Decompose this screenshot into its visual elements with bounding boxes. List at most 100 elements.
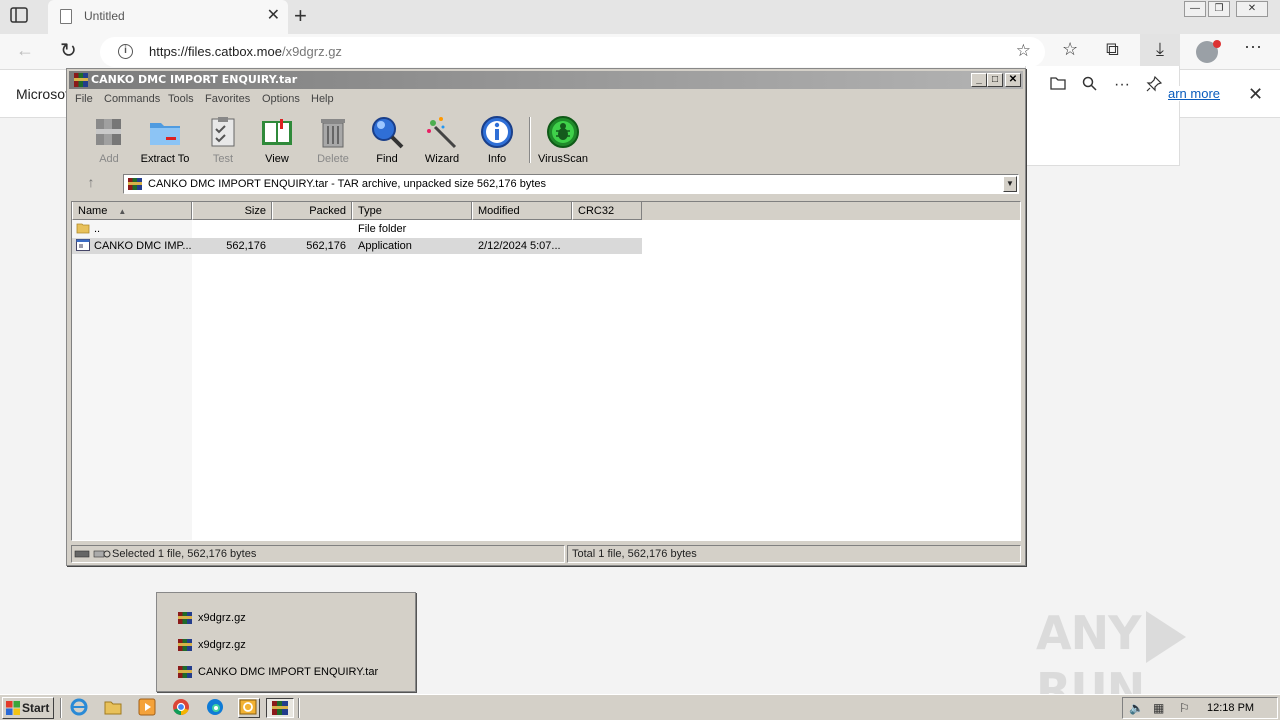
- site-info-icon[interactable]: i: [118, 44, 133, 59]
- action-center-flag-icon[interactable]: ⚐: [1179, 701, 1190, 715]
- url-text[interactable]: https://files.catbox.moe/x9dgrz.gz: [149, 44, 342, 59]
- address-bar[interactable]: i https://files.catbox.moe/x9dgrz.gz ☆: [100, 37, 1045, 67]
- column-name-header[interactable]: Name ▲: [72, 202, 192, 220]
- file-list[interactable]: Name ▲ Size Packed Type Modified CRC32 .…: [71, 201, 1021, 541]
- add-favorite-icon[interactable]: ☆: [1016, 41, 1031, 61]
- jump-list-label: x9dgrz.gz: [198, 612, 246, 624]
- winrar-maximize-button[interactable]: □: [987, 73, 1003, 87]
- window-minimize-button[interactable]: —: [1184, 1, 1206, 17]
- favorites-icon[interactable]: ☆: [1062, 39, 1078, 60]
- tool-virusscan-button[interactable]: VirusScan: [533, 111, 593, 167]
- column-type-header[interactable]: Type: [352, 202, 472, 220]
- profile-badge-icon: [1213, 40, 1221, 48]
- downloads-icon[interactable]: ⤓: [1140, 34, 1180, 70]
- collections-icon[interactable]: ⧉: [1106, 39, 1119, 60]
- pin-icon[interactable]: [1146, 75, 1163, 97]
- more-options-icon[interactable]: ···: [1114, 76, 1130, 94]
- page-icon: [60, 9, 72, 24]
- winrar-title: CANKO DMC IMPORT ENQUIRY.tar: [91, 73, 298, 86]
- winrar-menu-bar: File Commands Tools Favorites Options He…: [67, 91, 1025, 109]
- tool-test-button[interactable]: Test: [193, 111, 253, 167]
- file-list-header: Name ▲ Size Packed Type Modified CRC32: [72, 202, 1020, 220]
- start-button[interactable]: Start: [2, 697, 54, 719]
- status-selected: Selected 1 file, 562,176 bytes: [71, 545, 565, 563]
- tool-virusscan-label: VirusScan: [538, 153, 588, 165]
- path-text: CANKO DMC IMPORT ENQUIRY.tar - TAR archi…: [148, 178, 546, 190]
- edge-icon[interactable]: [206, 698, 226, 718]
- outlook-icon[interactable]: [238, 698, 260, 718]
- table-row[interactable]: CANKO DMC IMP... 562,176 562,176 Applica…: [72, 238, 642, 254]
- profile-avatar[interactable]: [1196, 40, 1221, 63]
- browser-tab[interactable]: Untitled ✕: [48, 0, 288, 34]
- windows-taskbar: Start 🔈 ▦ ⚐ 12:18 PM: [0, 694, 1280, 720]
- new-tab-button[interactable]: +: [294, 4, 307, 28]
- tab-close-icon[interactable]: ✕: [267, 7, 280, 25]
- menu-help[interactable]: Help: [311, 93, 334, 105]
- reload-icon[interactable]: ↻: [60, 38, 77, 63]
- path-bar: ↑ CANKO DMC IMPORT ENQUIRY.tar - TAR arc…: [75, 173, 1019, 195]
- row-type: Application: [358, 240, 412, 252]
- menu-tools[interactable]: Tools: [168, 93, 194, 105]
- tool-info-button[interactable]: Info: [467, 111, 527, 167]
- sort-ascending-icon: ▲: [118, 207, 127, 216]
- winrar-minimize-button[interactable]: _: [971, 73, 987, 87]
- winrar-taskbar-button[interactable]: [266, 698, 294, 718]
- column-modified-header[interactable]: Modified: [472, 202, 572, 220]
- path-dropdown-icon[interactable]: ▼: [1003, 176, 1017, 192]
- explorer-folder-icon[interactable]: [104, 698, 124, 718]
- info-bar-text: Microsof: [16, 86, 69, 102]
- column-size-header[interactable]: Size: [192, 202, 272, 220]
- clock[interactable]: 12:18 PM: [1207, 702, 1254, 714]
- ie-icon[interactable]: [70, 698, 90, 718]
- back-arrow-icon[interactable]: ←: [16, 40, 34, 61]
- archive-icon: [127, 177, 143, 194]
- menu-file[interactable]: File: [75, 93, 93, 105]
- winrar-toolbar: Add Extract To Test View Delete Find Wiz…: [75, 111, 1021, 169]
- toolbar-separator: [529, 117, 531, 163]
- tool-test-label: Test: [212, 153, 234, 165]
- open-folder-icon[interactable]: [1050, 76, 1066, 95]
- up-one-level-icon[interactable]: ↑: [75, 174, 107, 194]
- tab-actions-icon[interactable]: [10, 7, 32, 27]
- menu-commands[interactable]: Commands: [104, 93, 160, 105]
- table-row[interactable]: .. File folder: [72, 221, 642, 237]
- row-type: File folder: [358, 223, 407, 235]
- info-bar-close-icon[interactable]: ✕: [1248, 84, 1263, 105]
- network-icon[interactable]: ▦: [1153, 701, 1164, 715]
- row-packed: 562,176: [306, 240, 346, 252]
- row-size: 562,176: [226, 240, 266, 252]
- tool-extract-button[interactable]: Extract To: [135, 111, 195, 167]
- window-close-button[interactable]: ✕: [1236, 1, 1268, 17]
- system-tray: 🔈 ▦ ⚐ 12:18 PM: [1122, 697, 1278, 719]
- learn-more-link[interactable]: arn more: [1168, 86, 1221, 101]
- more-menu-icon[interactable]: ···: [1244, 36, 1262, 57]
- path-combobox[interactable]: CANKO DMC IMPORT ENQUIRY.tar - TAR archi…: [123, 174, 1019, 194]
- folder-icon: [76, 222, 90, 237]
- winrar-close-button[interactable]: ✕: [1005, 73, 1021, 87]
- taskbar-separator: [60, 698, 62, 718]
- archive-icon: [177, 638, 193, 655]
- search-icon[interactable]: [1082, 76, 1097, 96]
- chrome-icon[interactable]: [172, 698, 192, 718]
- menu-options[interactable]: Options: [262, 93, 300, 105]
- volume-icon[interactable]: 🔈: [1129, 701, 1144, 715]
- tool-add-label: Add: [99, 153, 119, 165]
- row-modified: 2/12/2024 5:07...: [478, 240, 561, 252]
- tool-find-button[interactable]: Find: [357, 111, 417, 167]
- media-player-icon[interactable]: [138, 698, 158, 718]
- winrar-title-bar[interactable]: CANKO DMC IMPORT ENQUIRY.tar _ □ ✕: [69, 71, 1023, 89]
- test-clipboard-icon: [206, 115, 240, 149]
- status-total-text: Total 1 file, 562,176 bytes: [572, 548, 697, 560]
- tool-add-button[interactable]: Add: [79, 111, 139, 167]
- menu-favorites[interactable]: Favorites: [205, 93, 250, 105]
- bug-icon: [546, 115, 580, 149]
- extract-folder-icon: [148, 115, 182, 149]
- column-packed-header[interactable]: Packed: [272, 202, 352, 220]
- column-crc32-header[interactable]: CRC32: [572, 202, 642, 220]
- tool-wizard-button[interactable]: Wizard: [412, 111, 472, 167]
- tool-delete-button[interactable]: Delete: [303, 111, 363, 167]
- browser-tab-bar: Untitled ✕ + — ❐ ✕: [0, 0, 1280, 34]
- tool-view-button[interactable]: View: [247, 111, 307, 167]
- window-restore-button[interactable]: ❐: [1208, 1, 1230, 17]
- status-selected-text: Selected 1 file, 562,176 bytes: [112, 548, 257, 560]
